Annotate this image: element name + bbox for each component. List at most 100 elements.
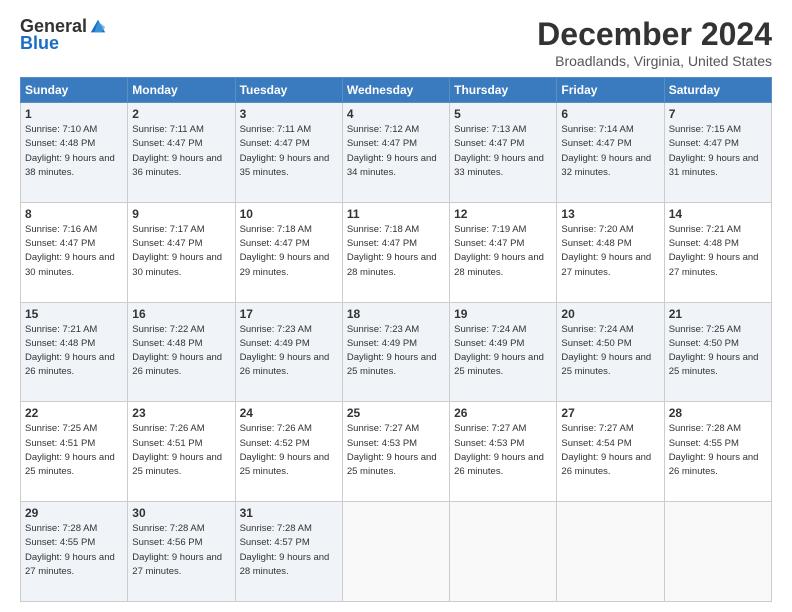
calendar-cell: 3 Sunrise: 7:11 AMSunset: 4:47 PMDaylight… [235,103,342,203]
day-number: 10 [240,207,338,221]
header-day-tuesday: Tuesday [235,78,342,103]
day-number: 7 [669,107,767,121]
day-info: Sunrise: 7:26 AMSunset: 4:52 PMDaylight:… [240,422,338,479]
day-info: Sunrise: 7:27 AMSunset: 4:54 PMDaylight:… [561,422,659,479]
day-info: Sunrise: 7:26 AMSunset: 4:51 PMDaylight:… [132,422,230,479]
day-info: Sunrise: 7:27 AMSunset: 4:53 PMDaylight:… [454,422,552,479]
day-number: 24 [240,406,338,420]
calendar-cell: 31 Sunrise: 7:28 AMSunset: 4:57 PMDayligh… [235,502,342,602]
calendar-cell [664,502,771,602]
day-number: 23 [132,406,230,420]
day-info: Sunrise: 7:21 AMSunset: 4:48 PMDaylight:… [25,323,123,380]
day-number: 21 [669,307,767,321]
day-number: 11 [347,207,445,221]
day-info: Sunrise: 7:25 AMSunset: 4:50 PMDaylight:… [669,323,767,380]
header-day-thursday: Thursday [450,78,557,103]
logo-icon [89,18,107,36]
day-number: 14 [669,207,767,221]
day-number: 25 [347,406,445,420]
day-info: Sunrise: 7:11 AMSunset: 4:47 PMDaylight:… [240,123,338,180]
day-info: Sunrise: 7:12 AMSunset: 4:47 PMDaylight:… [347,123,445,180]
day-info: Sunrise: 7:19 AMSunset: 4:47 PMDaylight:… [454,223,552,280]
calendar-cell: 6Sunrise: 7:14 AMSunset: 4:47 PMDaylight… [557,103,664,203]
day-number: 5 [454,107,552,121]
day-number: 1 [25,107,123,121]
day-number: 22 [25,406,123,420]
day-info: Sunrise: 7:21 AMSunset: 4:48 PMDaylight:… [669,223,767,280]
day-info: Sunrise: 7:24 AMSunset: 4:50 PMDaylight:… [561,323,659,380]
day-info: Sunrise: 7:18 AMSunset: 4:47 PMDaylight:… [347,223,445,280]
calendar-cell: 19Sunrise: 7:24 AMSunset: 4:49 PMDayligh… [450,302,557,402]
day-info: Sunrise: 7:22 AMSunset: 4:48 PMDaylight:… [132,323,230,380]
calendar-week-3: 15 Sunrise: 7:21 AMSunset: 4:48 PMDayligh… [21,302,772,402]
calendar-cell: 10 Sunrise: 7:18 AMSunset: 4:47 PMDayligh… [235,202,342,302]
calendar-table: SundayMondayTuesdayWednesdayThursdayFrid… [20,77,772,602]
calendar-cell: 20Sunrise: 7:24 AMSunset: 4:50 PMDayligh… [557,302,664,402]
day-info: Sunrise: 7:13 AMSunset: 4:47 PMDaylight:… [454,123,552,180]
calendar-cell [557,502,664,602]
day-info: Sunrise: 7:28 AMSunset: 4:55 PMDaylight:… [25,522,123,579]
calendar-week-5: 29 Sunrise: 7:28 AMSunset: 4:55 PMDayligh… [21,502,772,602]
day-info: Sunrise: 7:10 AMSunset: 4:48 PMDaylight:… [25,123,123,180]
header-day-saturday: Saturday [664,78,771,103]
day-info: Sunrise: 7:25 AMSunset: 4:51 PMDaylight:… [25,422,123,479]
day-number: 4 [347,107,445,121]
header-day-wednesday: Wednesday [342,78,449,103]
calendar-cell: 30Sunrise: 7:28 AMSunset: 4:56 PMDayligh… [128,502,235,602]
calendar-cell: 4 Sunrise: 7:12 AMSunset: 4:47 PMDaylight… [342,103,449,203]
title-block: December 2024 Broadlands, Virginia, Unit… [537,16,772,69]
calendar-cell: 27Sunrise: 7:27 AMSunset: 4:54 PMDayligh… [557,402,664,502]
calendar-cell: 17 Sunrise: 7:23 AMSunset: 4:49 PMDayligh… [235,302,342,402]
day-info: Sunrise: 7:16 AMSunset: 4:47 PMDaylight:… [25,223,123,280]
calendar-cell: 2Sunrise: 7:11 AMSunset: 4:47 PMDaylight… [128,103,235,203]
calendar-header-row: SundayMondayTuesdayWednesdayThursdayFrid… [21,78,772,103]
day-number: 28 [669,406,767,420]
day-number: 31 [240,506,338,520]
day-number: 15 [25,307,123,321]
calendar-cell: 23 Sunrise: 7:26 AMSunset: 4:51 PMDayligh… [128,402,235,502]
day-number: 3 [240,107,338,121]
calendar-cell: 16Sunrise: 7:22 AMSunset: 4:48 PMDayligh… [128,302,235,402]
calendar-cell: 8 Sunrise: 7:16 AMSunset: 4:47 PMDaylight… [21,202,128,302]
day-info: Sunrise: 7:28 AMSunset: 4:55 PMDaylight:… [669,422,767,479]
day-number: 2 [132,107,230,121]
calendar-cell: 29 Sunrise: 7:28 AMSunset: 4:55 PMDayligh… [21,502,128,602]
calendar-cell: 24 Sunrise: 7:26 AMSunset: 4:52 PMDayligh… [235,402,342,502]
day-info: Sunrise: 7:27 AMSunset: 4:53 PMDaylight:… [347,422,445,479]
day-number: 18 [347,307,445,321]
day-info: Sunrise: 7:23 AMSunset: 4:49 PMDaylight:… [240,323,338,380]
calendar-week-2: 8 Sunrise: 7:16 AMSunset: 4:47 PMDaylight… [21,202,772,302]
calendar-cell [342,502,449,602]
header-day-monday: Monday [128,78,235,103]
day-info: Sunrise: 7:20 AMSunset: 4:48 PMDaylight:… [561,223,659,280]
day-info: Sunrise: 7:14 AMSunset: 4:47 PMDaylight:… [561,123,659,180]
day-info: Sunrise: 7:17 AMSunset: 4:47 PMDaylight:… [132,223,230,280]
calendar-cell: 22 Sunrise: 7:25 AMSunset: 4:51 PMDayligh… [21,402,128,502]
calendar-cell: 7 Sunrise: 7:15 AMSunset: 4:47 PMDaylight… [664,103,771,203]
day-number: 12 [454,207,552,221]
calendar-cell: 13Sunrise: 7:20 AMSunset: 4:48 PMDayligh… [557,202,664,302]
calendar-cell: 14 Sunrise: 7:21 AMSunset: 4:48 PMDayligh… [664,202,771,302]
day-number: 9 [132,207,230,221]
day-info: Sunrise: 7:28 AMSunset: 4:57 PMDaylight:… [240,522,338,579]
day-info: Sunrise: 7:15 AMSunset: 4:47 PMDaylight:… [669,123,767,180]
day-info: Sunrise: 7:18 AMSunset: 4:47 PMDaylight:… [240,223,338,280]
day-number: 29 [25,506,123,520]
calendar-cell: 1 Sunrise: 7:10 AMSunset: 4:48 PMDaylight… [21,103,128,203]
header-day-friday: Friday [557,78,664,103]
logo-blue-text: Blue [20,33,59,54]
day-number: 17 [240,307,338,321]
day-number: 8 [25,207,123,221]
calendar-cell: 15 Sunrise: 7:21 AMSunset: 4:48 PMDayligh… [21,302,128,402]
day-info: Sunrise: 7:23 AMSunset: 4:49 PMDaylight:… [347,323,445,380]
logo: General Blue [20,16,107,54]
day-number: 19 [454,307,552,321]
header-day-sunday: Sunday [21,78,128,103]
calendar-cell: 21 Sunrise: 7:25 AMSunset: 4:50 PMDayligh… [664,302,771,402]
day-number: 26 [454,406,552,420]
calendar-cell [450,502,557,602]
day-number: 30 [132,506,230,520]
page: General Blue December 2024 Broadlands, V… [0,0,792,612]
calendar-week-1: 1 Sunrise: 7:10 AMSunset: 4:48 PMDaylight… [21,103,772,203]
calendar-cell: 12 Sunrise: 7:19 AMSunset: 4:47 PMDayligh… [450,202,557,302]
